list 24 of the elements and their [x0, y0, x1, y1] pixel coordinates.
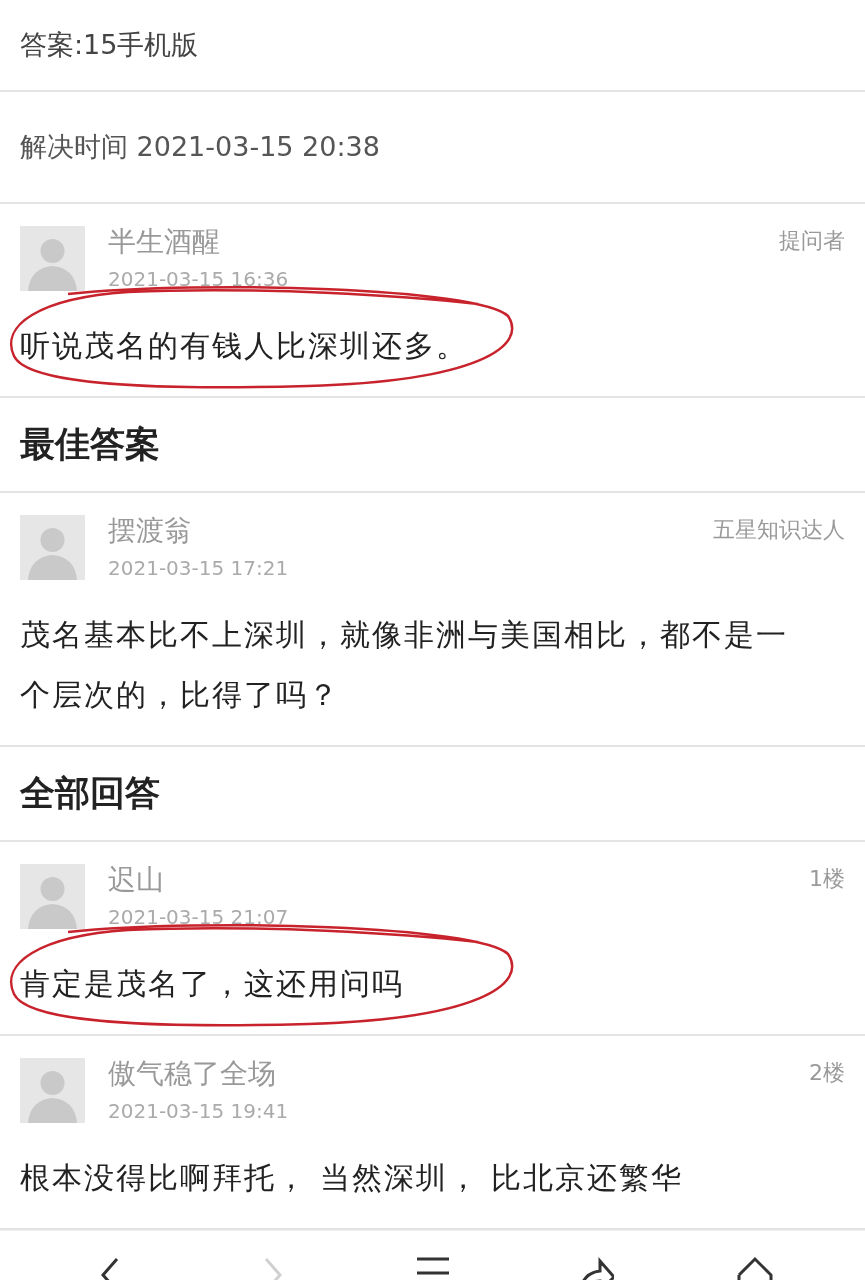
avatar-icon: [20, 515, 85, 580]
asker-label: 提问者: [779, 227, 845, 255]
post-time: 2021-03-15 19:41: [108, 1099, 290, 1123]
post-time: 2021-03-15 17:21: [108, 556, 290, 580]
section-heading: 最佳答案: [20, 423, 160, 467]
author-name: 迟山: [108, 864, 165, 896]
avatar-icon: [20, 864, 85, 929]
author-name: 摆渡翁: [108, 515, 193, 547]
post-text: 肯定是茂名了，这还用问吗: [20, 965, 405, 1003]
author-name: 傲气稳了全场: [108, 1058, 277, 1090]
answer-label: 答案:15手机版: [20, 27, 199, 62]
avatar-icon: [20, 1058, 85, 1123]
section-heading: 全部回答: [20, 772, 160, 816]
post-text: 茂名基本比不上深圳，就像非洲与美国相比，都不是一个层次的，比得了吗？: [20, 616, 789, 714]
post-time: 2021-03-15 21:07: [108, 905, 290, 929]
author-name: 半生酒醒: [108, 226, 221, 258]
avatar-icon: [20, 226, 85, 291]
post-text: 听说茂名的有钱人比深圳还多。: [20, 327, 469, 365]
post-time: 2021-03-15 16:36: [108, 267, 290, 291]
post-text: 根本没得比啊拜托， 当然深圳， 比北京还繁华: [20, 1159, 685, 1197]
user-rank: 五星知识达人: [713, 516, 845, 544]
floor-number: 1楼: [809, 865, 845, 893]
resolved-time: 解决时间 2021-03-15 20:38: [20, 129, 380, 164]
floor-number: 2楼: [809, 1059, 845, 1087]
